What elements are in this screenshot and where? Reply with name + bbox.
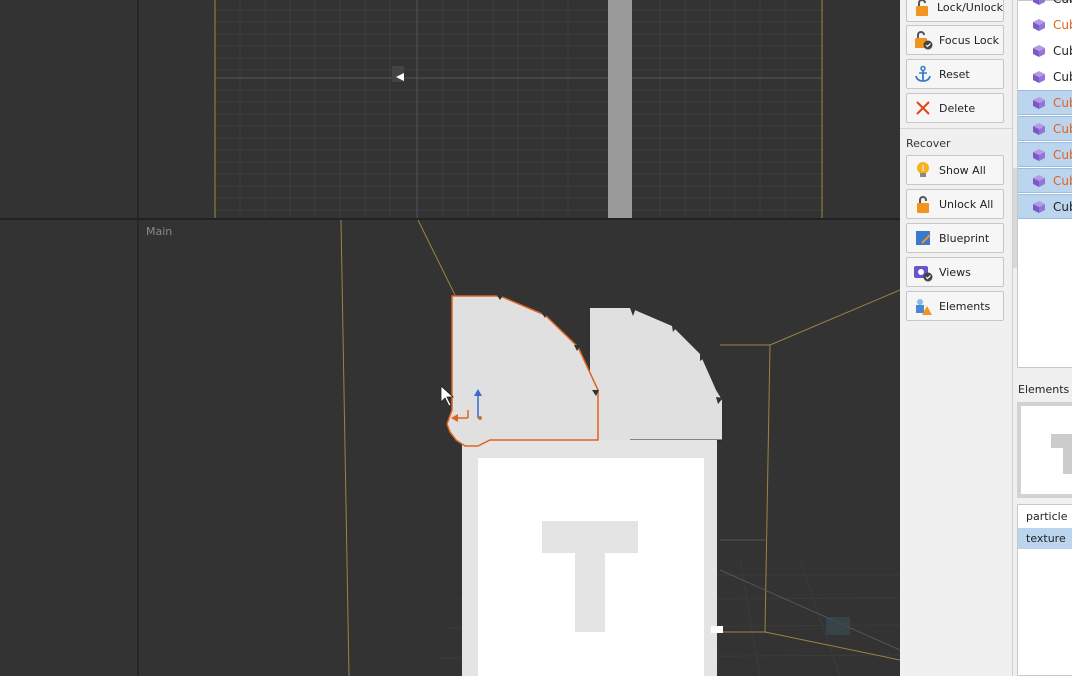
cube-icon: [1032, 44, 1046, 58]
section-divider: [900, 128, 1012, 129]
cube-icon: [1032, 174, 1046, 188]
views-label: Views: [939, 265, 971, 279]
tree-row-label: Cub: [1053, 0, 1072, 6]
texture-list-item[interactable]: texture: [1018, 528, 1072, 549]
tree-row-label: Cub: [1053, 43, 1072, 58]
texture-list: particle texture: [1017, 504, 1072, 676]
tree-row[interactable]: Cub: [1018, 90, 1072, 115]
lightbulb-icon: [913, 160, 933, 180]
tree-row-label: Cub: [1053, 173, 1072, 188]
tree-row[interactable]: Cub: [1018, 194, 1072, 219]
close-icon: [913, 98, 933, 118]
texture-list-item[interactable]: particle: [1018, 506, 1072, 527]
top-view: [0, 0, 900, 218]
elements-panel-header: Elements M: [1018, 383, 1072, 396]
focus-lock-button[interactable]: Focus Lock: [906, 25, 1004, 55]
focus-lock-icon: [913, 30, 933, 50]
focus-lock-label: Focus Lock: [939, 33, 999, 47]
blueprint-icon: [913, 228, 933, 248]
tree-row-label: Cub: [1053, 69, 1072, 84]
show-all-label: Show All: [939, 163, 986, 177]
delete-label: Delete: [939, 101, 976, 115]
cube-icon: [1032, 70, 1046, 84]
unlock-all-button[interactable]: Unlock All: [906, 189, 1004, 219]
tree-row-label: Cub: [1053, 199, 1072, 214]
cube-icon: [1032, 148, 1046, 162]
viewport-label: Main: [146, 225, 173, 238]
padlock-icon: [913, 0, 931, 17]
tree-row-label: Cub: [1053, 17, 1072, 32]
views-button[interactable]: Views: [906, 257, 1004, 287]
reset-button[interactable]: Reset: [906, 59, 1004, 89]
element-tree: Cub Cub Cub Cub Cub Cub Cub Cub Cub: [1017, 0, 1072, 368]
anchor-icon: [913, 64, 933, 84]
scene-canvas[interactable]: [0, 0, 900, 676]
viewport-3d[interactable]: Main: [0, 0, 900, 676]
tool-panel: Lock/Unlock Focus Lock Reset Delete Reco…: [900, 0, 1013, 676]
elements-warning-icon: [913, 296, 933, 316]
tree-row[interactable]: Cub: [1018, 168, 1072, 193]
cube-icon: [1032, 200, 1046, 214]
tree-row[interactable]: Cub: [1018, 64, 1072, 89]
tree-row-label: Cub: [1053, 95, 1072, 110]
tree-row[interactable]: Cub: [1018, 116, 1072, 141]
camera-icon: [913, 262, 933, 282]
unlock-all-label: Unlock All: [939, 197, 994, 211]
cube-icon: [1032, 122, 1046, 136]
reset-label: Reset: [939, 67, 970, 81]
tree-row[interactable]: Cub: [1018, 38, 1072, 63]
blueprint-label: Blueprint: [939, 231, 990, 245]
outliner-panel: Cub Cub Cub Cub Cub Cub Cub Cub Cub Elements M p…: [1013, 0, 1072, 676]
blueprint-button[interactable]: Blueprint: [906, 223, 1004, 253]
delete-button[interactable]: Delete: [906, 93, 1004, 123]
texture-preview: [1017, 402, 1072, 498]
tree-row-label: Cub: [1053, 121, 1072, 136]
recover-section-label: Recover: [906, 137, 951, 150]
lock-unlock-label: Lock/Unlock: [937, 0, 1004, 14]
cube-icon: [1032, 96, 1046, 110]
cube-icon: [1032, 18, 1046, 32]
elements-label: Elements: [939, 299, 991, 313]
main-view: [340, 219, 900, 676]
tree-row-label: Cub: [1053, 147, 1072, 162]
unlock-icon: [913, 194, 933, 214]
show-all-button[interactable]: Show All: [906, 155, 1004, 185]
elements-button[interactable]: Elements: [906, 291, 1004, 321]
tree-row[interactable]: Cub: [1018, 0, 1072, 11]
cube-icon: [1032, 0, 1046, 6]
lock-unlock-button[interactable]: Lock/Unlock: [906, 0, 1004, 22]
tree-row[interactable]: Cub: [1018, 142, 1072, 167]
tree-row[interactable]: Cub: [1018, 12, 1072, 37]
